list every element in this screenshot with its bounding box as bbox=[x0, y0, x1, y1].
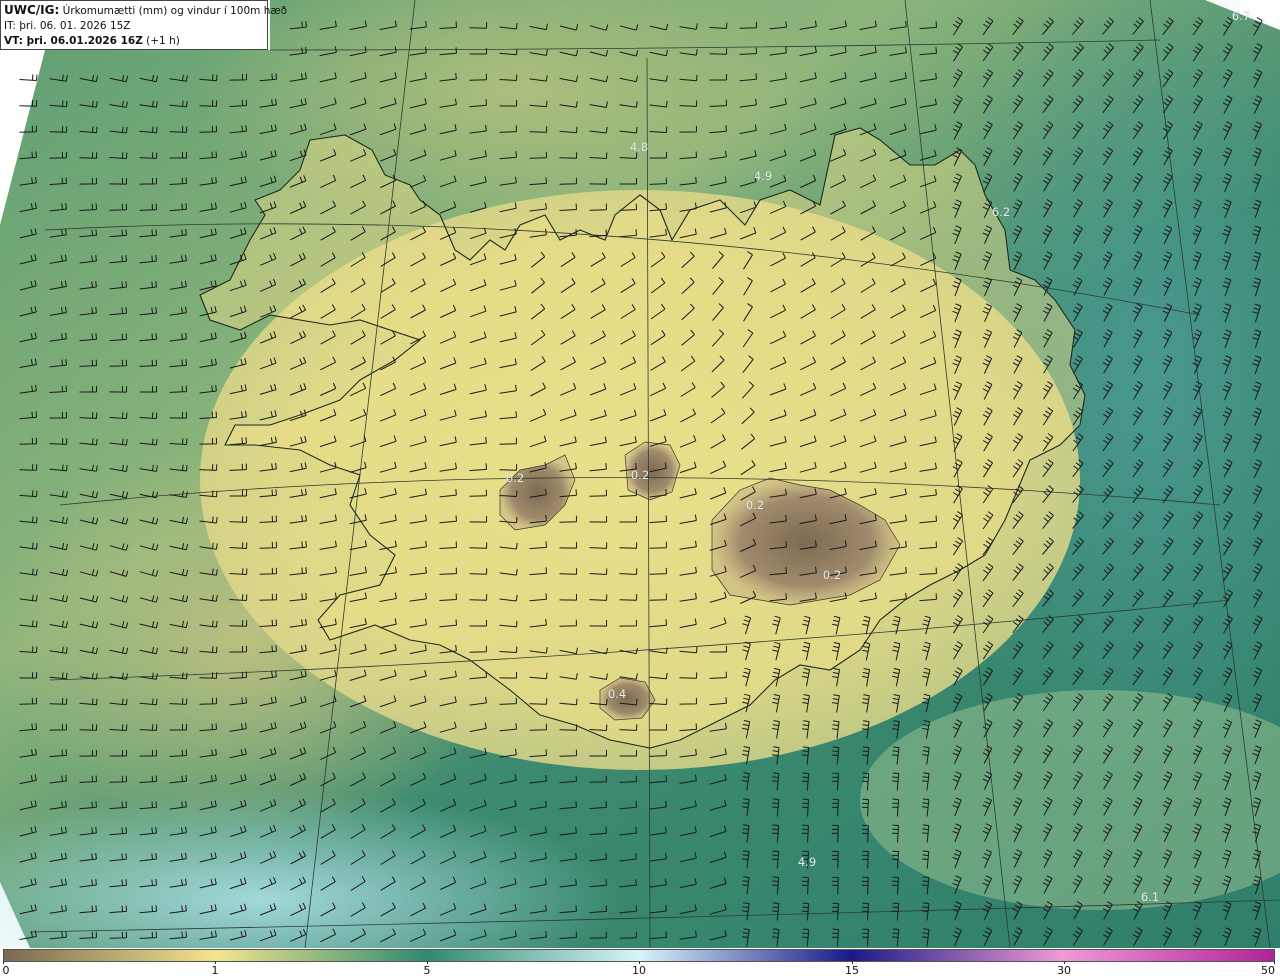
contour-label: 4.9 bbox=[753, 169, 773, 183]
colorbar-tick-label: 10 bbox=[632, 964, 646, 977]
vt-suffix: (+1 h) bbox=[142, 35, 180, 47]
contour-label: 4.8 bbox=[629, 140, 649, 154]
contour-label: 0.2 bbox=[505, 471, 525, 485]
it-key: IT: bbox=[4, 20, 16, 32]
contour-label: 6.7 bbox=[1231, 9, 1251, 23]
contour-label: 6.2 bbox=[991, 205, 1011, 219]
colorbar-tick-label: 15 bbox=[845, 964, 859, 977]
title-key: UWC/IG: bbox=[4, 3, 60, 17]
vt-time: þri. 06.01.2026 16Z bbox=[22, 35, 143, 47]
contour-label: 0.2 bbox=[822, 568, 842, 582]
colorbar-tick-label: 5 bbox=[423, 964, 431, 977]
colorbar-tick-label: 30 bbox=[1057, 964, 1071, 977]
contour-label: 4.9 bbox=[797, 855, 817, 869]
map-area: UWC/IG: Úrkomumætti (mm) og vindur í 100… bbox=[0, 0, 1280, 948]
contour-label: 0.2 bbox=[745, 498, 765, 512]
colorbar-legend: 0 1 5 10 15 30 50 bbox=[0, 948, 1280, 978]
it-text: þri. 06. 01. 2026 15Z bbox=[15, 20, 131, 32]
contour-label: 0.4 bbox=[607, 687, 627, 701]
vt-key: VT: bbox=[4, 35, 23, 47]
contour-label: 0.2 bbox=[630, 468, 650, 482]
colorbar-tick-label: 0 bbox=[2, 964, 10, 977]
info-box: UWC/IG: Úrkomumætti (mm) og vindur í 100… bbox=[0, 0, 287, 50]
contour-label: 6.1 bbox=[1140, 890, 1160, 904]
colorbar-tick-label: 1 bbox=[211, 964, 219, 977]
colorbar-tick-label: 50 bbox=[1261, 964, 1275, 977]
title-text: Úrkomumætti (mm) og vindur í 100m hæð bbox=[59, 5, 288, 17]
